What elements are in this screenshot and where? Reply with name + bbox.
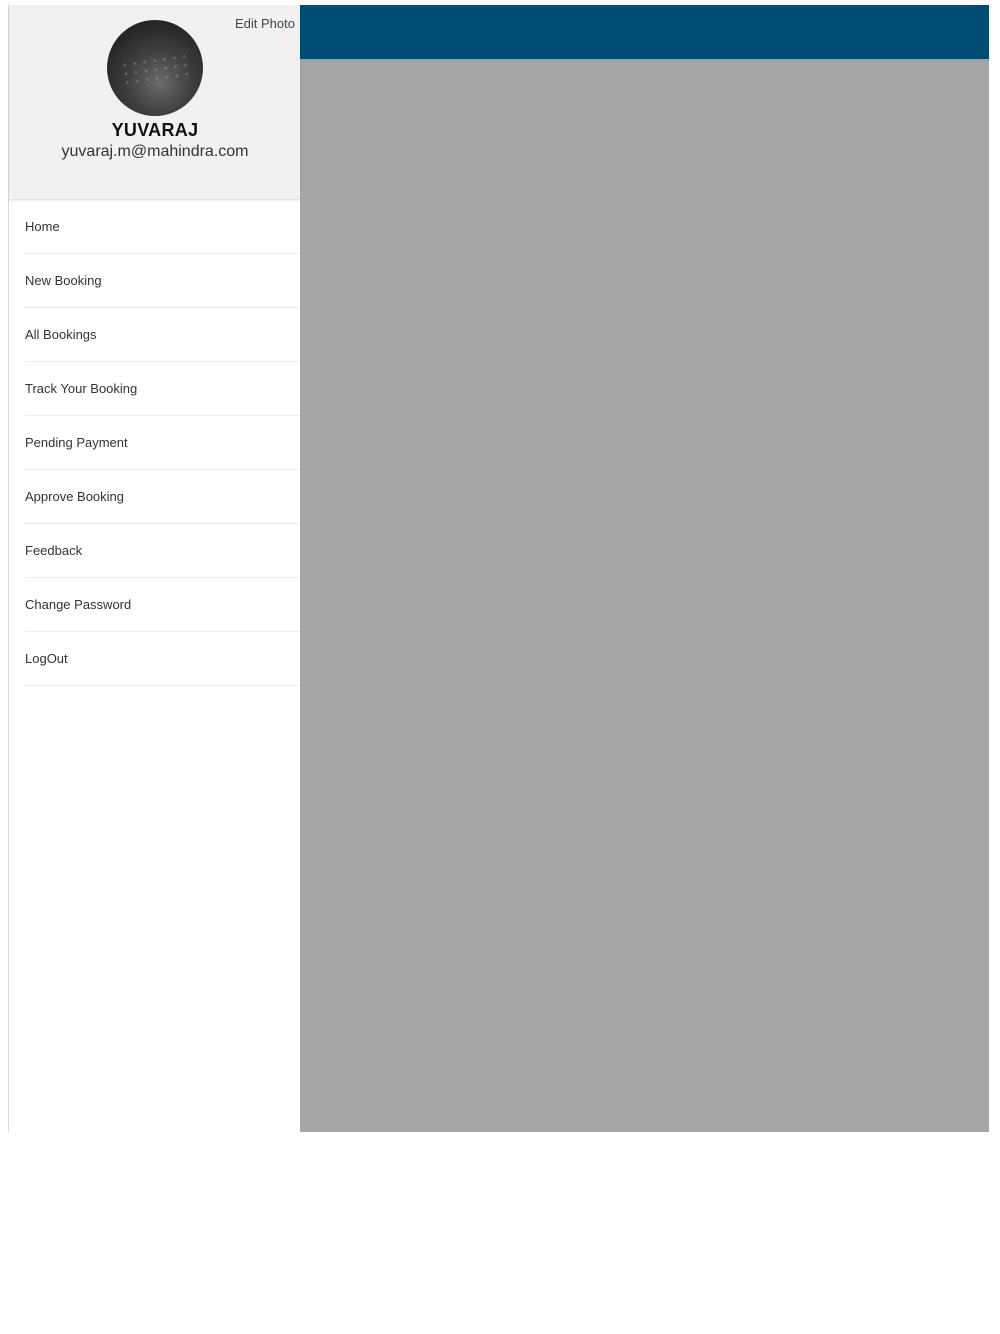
menu-item-logout[interactable]: LogOut <box>25 632 300 686</box>
top-bar-shadow <box>300 59 989 62</box>
edit-photo-link[interactable]: Edit Photo <box>235 16 295 31</box>
menu-item-all-bookings[interactable]: All Bookings <box>25 308 300 362</box>
drawer-menu: Home New Booking All Bookings Track Your… <box>9 200 300 686</box>
menu-item-approve-booking[interactable]: Approve Booking <box>25 470 300 524</box>
avatar[interactable] <box>107 20 203 116</box>
menu-item-home[interactable]: Home <box>25 200 300 254</box>
menu-item-feedback[interactable]: Feedback <box>25 524 300 578</box>
menu-item-new-booking[interactable]: New Booking <box>25 254 300 308</box>
user-email: yuvaraj.m@mahindra.com <box>61 143 249 160</box>
avatar-keyboard-image <box>119 51 193 91</box>
menu-item-change-password[interactable]: Change Password <box>25 578 300 632</box>
menu-item-pending-payment[interactable]: Pending Payment <box>25 416 300 470</box>
top-app-bar <box>300 5 989 59</box>
menu-item-track-your-booking[interactable]: Track Your Booking <box>25 362 300 416</box>
main-content-overlay[interactable] <box>300 5 989 1132</box>
user-name: YUVARAJ <box>111 120 199 140</box>
app-frame: Edit Photo YUVARAJ yuvaraj.m@mahindra.co… <box>8 5 989 1132</box>
drawer-header: Edit Photo YUVARAJ yuvaraj.m@mahindra.co… <box>9 5 300 200</box>
navigation-drawer: Edit Photo YUVARAJ yuvaraj.m@mahindra.co… <box>8 5 300 1132</box>
